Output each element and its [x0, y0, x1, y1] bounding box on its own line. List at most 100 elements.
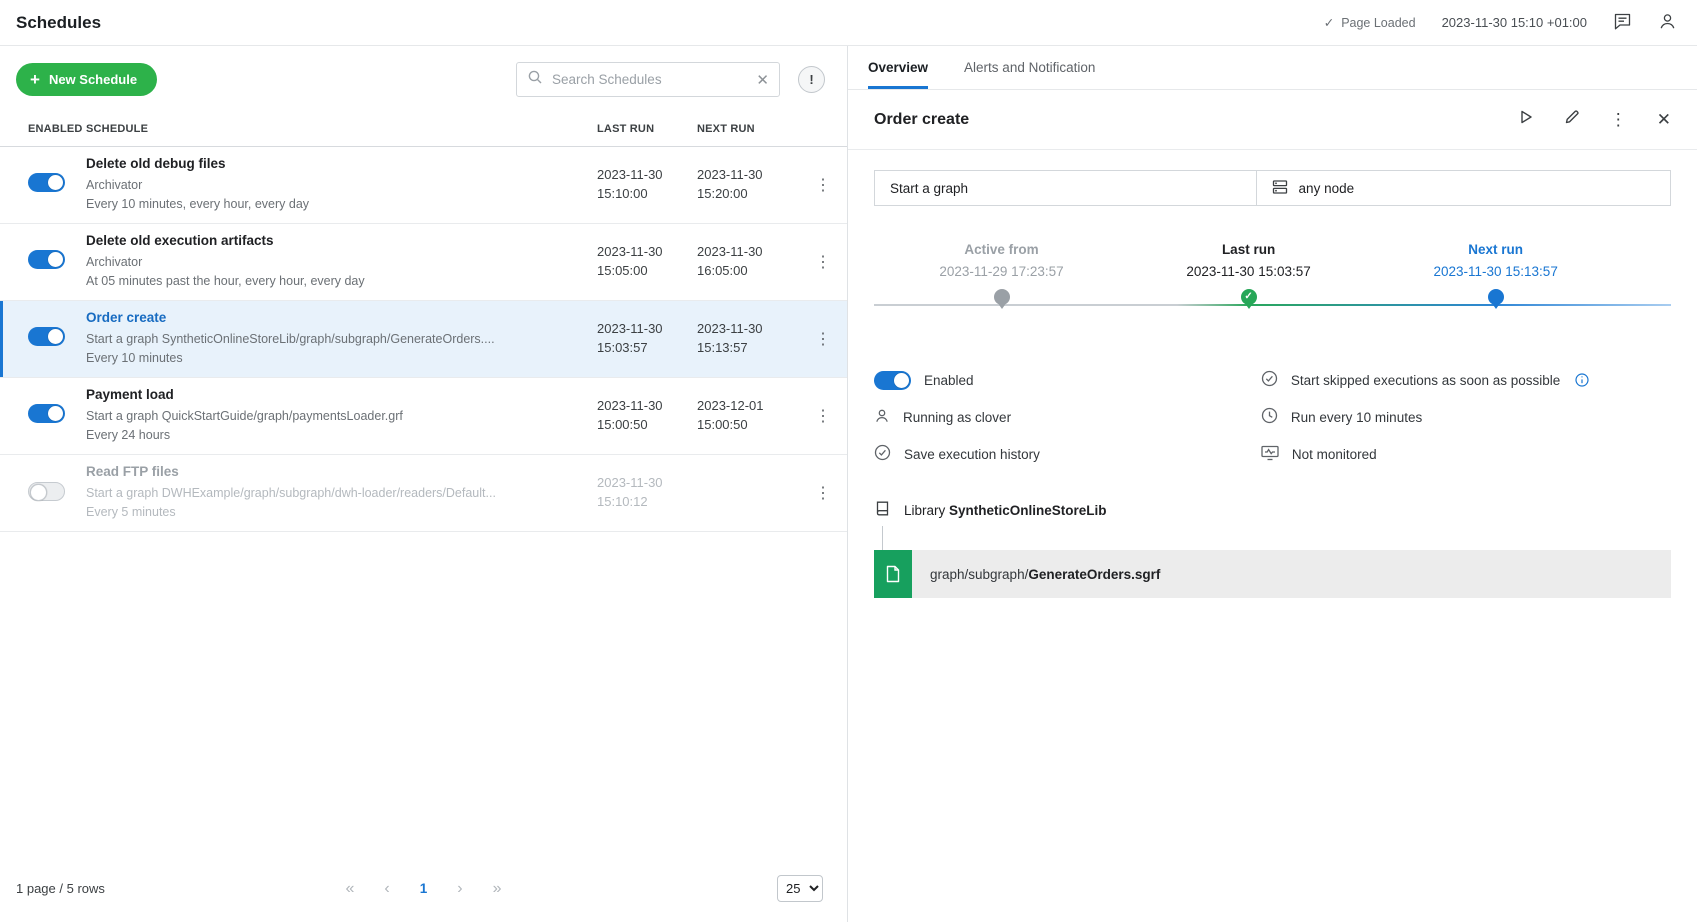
schedule-title: Order create: [86, 310, 583, 325]
save-history-label: Save execution history: [904, 447, 1040, 462]
table-row[interactable]: Delete old debug files Archivator Every …: [0, 147, 847, 224]
timeline-last-run-label: Last run: [1134, 242, 1364, 257]
enabled-toggle[interactable]: [28, 250, 65, 269]
enabled-toggle[interactable]: [28, 404, 65, 423]
schedule-cell: Delete old execution artifacts Archivato…: [86, 233, 597, 291]
page-title: Schedules: [16, 13, 101, 33]
enabled-cell: [0, 173, 86, 197]
last-page-button[interactable]: »: [493, 880, 502, 898]
schedule-title: Read FTP files: [86, 464, 583, 479]
schedule-subtitle: Archivator: [86, 253, 583, 272]
info-icon[interactable]: [1575, 373, 1589, 387]
skipped-label: Start skipped executions as soon as poss…: [1291, 373, 1560, 388]
library-row: Library SyntheticOnlineStoreLib: [848, 464, 1697, 520]
run-timeline: Active from 2023-11-29 17:23:57 Last run…: [874, 242, 1671, 330]
search-area: ✕ !: [516, 62, 825, 97]
tab-overview[interactable]: Overview: [868, 46, 928, 89]
user-menu-button[interactable]: [1658, 12, 1677, 34]
last-run-cell: 2023-11-30 15:10:12: [597, 474, 697, 512]
feedback-button[interactable]: [1613, 12, 1632, 34]
close-detail-button[interactable]: ✕: [1657, 110, 1671, 130]
first-page-button[interactable]: «: [346, 880, 355, 898]
setting-enabled: Enabled: [874, 370, 1261, 390]
search-input[interactable]: [552, 72, 747, 87]
table-row[interactable]: Delete old execution artifacts Archivato…: [0, 224, 847, 301]
graph-file-row[interactable]: graph/subgraph/GenerateOrders.sgrf: [874, 550, 1671, 598]
run-button[interactable]: [1518, 109, 1534, 130]
next-page-button[interactable]: ›: [457, 880, 462, 898]
search-clear-button[interactable]: ✕: [756, 71, 769, 89]
last-run-cell: 2023-11-30 15:10:00: [597, 166, 697, 204]
timeline-next-run-label: Next run: [1381, 242, 1611, 257]
check-icon: ✓: [1324, 15, 1334, 30]
graph-file-prefix: graph/subgraph/: [930, 567, 1028, 582]
schedule-frequency: Every 5 minutes: [86, 503, 583, 522]
row-menu-button[interactable]: ⋮: [799, 252, 847, 272]
schedule-cell: Delete old debug files Archivator Every …: [86, 156, 597, 214]
enabled-toggle[interactable]: [28, 173, 65, 192]
pagination-bar: 1 page / 5 rows « ‹ 1 › » 25: [0, 859, 847, 922]
row-menu-button[interactable]: ⋮: [799, 175, 847, 195]
current-page[interactable]: 1: [420, 881, 428, 896]
schedule-title: Payment load: [86, 387, 583, 402]
detail-actions: ⋮ ✕: [1518, 109, 1671, 130]
start-type-value: Start a graph: [890, 181, 968, 196]
node-icon: [1272, 179, 1288, 198]
check-circle-icon: [1261, 370, 1278, 390]
node-field[interactable]: any node: [1256, 170, 1671, 206]
page-size-wrap: 25: [777, 875, 823, 902]
detail-fields: Start a graph any node: [848, 150, 1697, 206]
timeline-active-from-value: 2023-11-29 17:23:57: [887, 264, 1117, 279]
graph-file-icon: [874, 550, 912, 598]
timeline-active-from-label: Active from: [887, 242, 1117, 257]
library-name: SyntheticOnlineStoreLib: [949, 503, 1107, 518]
setting-run-every: Run every 10 minutes: [1261, 407, 1671, 427]
enabled-toggle[interactable]: [874, 371, 911, 390]
last-run-pin-icon: [1241, 289, 1257, 305]
schedule-cell: Read FTP files Start a graph DWHExample/…: [86, 464, 597, 522]
timeline-last-run: Last run 2023-11-30 15:03:57: [1134, 242, 1364, 279]
edit-button[interactable]: [1564, 109, 1580, 130]
new-schedule-button[interactable]: + New Schedule: [16, 63, 157, 96]
pencil-icon: [1564, 109, 1580, 130]
schedules-toolbar: + New Schedule ✕ !: [0, 46, 847, 111]
page-loaded-label: Page Loaded: [1341, 16, 1415, 30]
schedule-frequency: Every 24 hours: [86, 426, 583, 445]
enabled-toggle[interactable]: [28, 482, 65, 501]
alerts-button[interactable]: !: [798, 66, 825, 93]
table-row[interactable]: Order create Start a graph SyntheticOnli…: [0, 301, 847, 378]
table-row[interactable]: Payment load Start a graph QuickStartGui…: [0, 378, 847, 455]
table-header: ENABLED SCHEDULE LAST RUN NEXT RUN: [0, 111, 847, 147]
main-area: + New Schedule ✕ !: [0, 46, 1697, 922]
schedule-cell: Payment load Start a graph QuickStartGui…: [86, 387, 597, 445]
enabled-cell: [0, 327, 86, 351]
library-connector-line: [882, 526, 883, 550]
page-size-select[interactable]: 25: [777, 875, 823, 902]
detail-menu-button[interactable]: ⋮: [1610, 110, 1627, 130]
play-icon: [1518, 109, 1534, 130]
user-icon: [1658, 12, 1677, 34]
search-icon: [527, 69, 543, 90]
timeline-next-run-value: 2023-11-30 15:13:57: [1381, 264, 1611, 279]
last-run-cell: 2023-11-30 15:00:50: [597, 397, 697, 435]
tab-alerts-notification[interactable]: Alerts and Notification: [964, 46, 1095, 89]
enabled-cell: [0, 482, 86, 505]
detail-panel: Overview Alerts and Notification Order c…: [848, 46, 1697, 922]
header-right: ✓ Page Loaded 2023-11-30 15:10 +01:00: [1324, 12, 1677, 34]
start-type-field[interactable]: Start a graph: [874, 170, 1257, 206]
row-menu-button[interactable]: ⋮: [799, 483, 847, 503]
schedule-title: Delete old execution artifacts: [86, 233, 583, 248]
last-run-cell: 2023-11-30 15:03:57: [597, 320, 697, 358]
timeline-last-run-value: 2023-11-30 15:03:57: [1134, 264, 1364, 279]
clock-icon: [1261, 407, 1278, 427]
row-menu-button[interactable]: ⋮: [799, 406, 847, 426]
monitor-icon: [1261, 445, 1279, 464]
prev-page-button[interactable]: ‹: [384, 880, 389, 898]
book-icon: [874, 500, 891, 520]
enabled-toggle[interactable]: [28, 327, 65, 346]
next-run-cell: 2023-11-30 16:05:00: [697, 243, 799, 281]
graph-file-path: graph/subgraph/GenerateOrders.sgrf: [912, 567, 1160, 582]
next-run-pin-icon: [1488, 289, 1504, 305]
row-menu-button[interactable]: ⋮: [799, 329, 847, 349]
table-row[interactable]: Read FTP files Start a graph DWHExample/…: [0, 455, 847, 532]
